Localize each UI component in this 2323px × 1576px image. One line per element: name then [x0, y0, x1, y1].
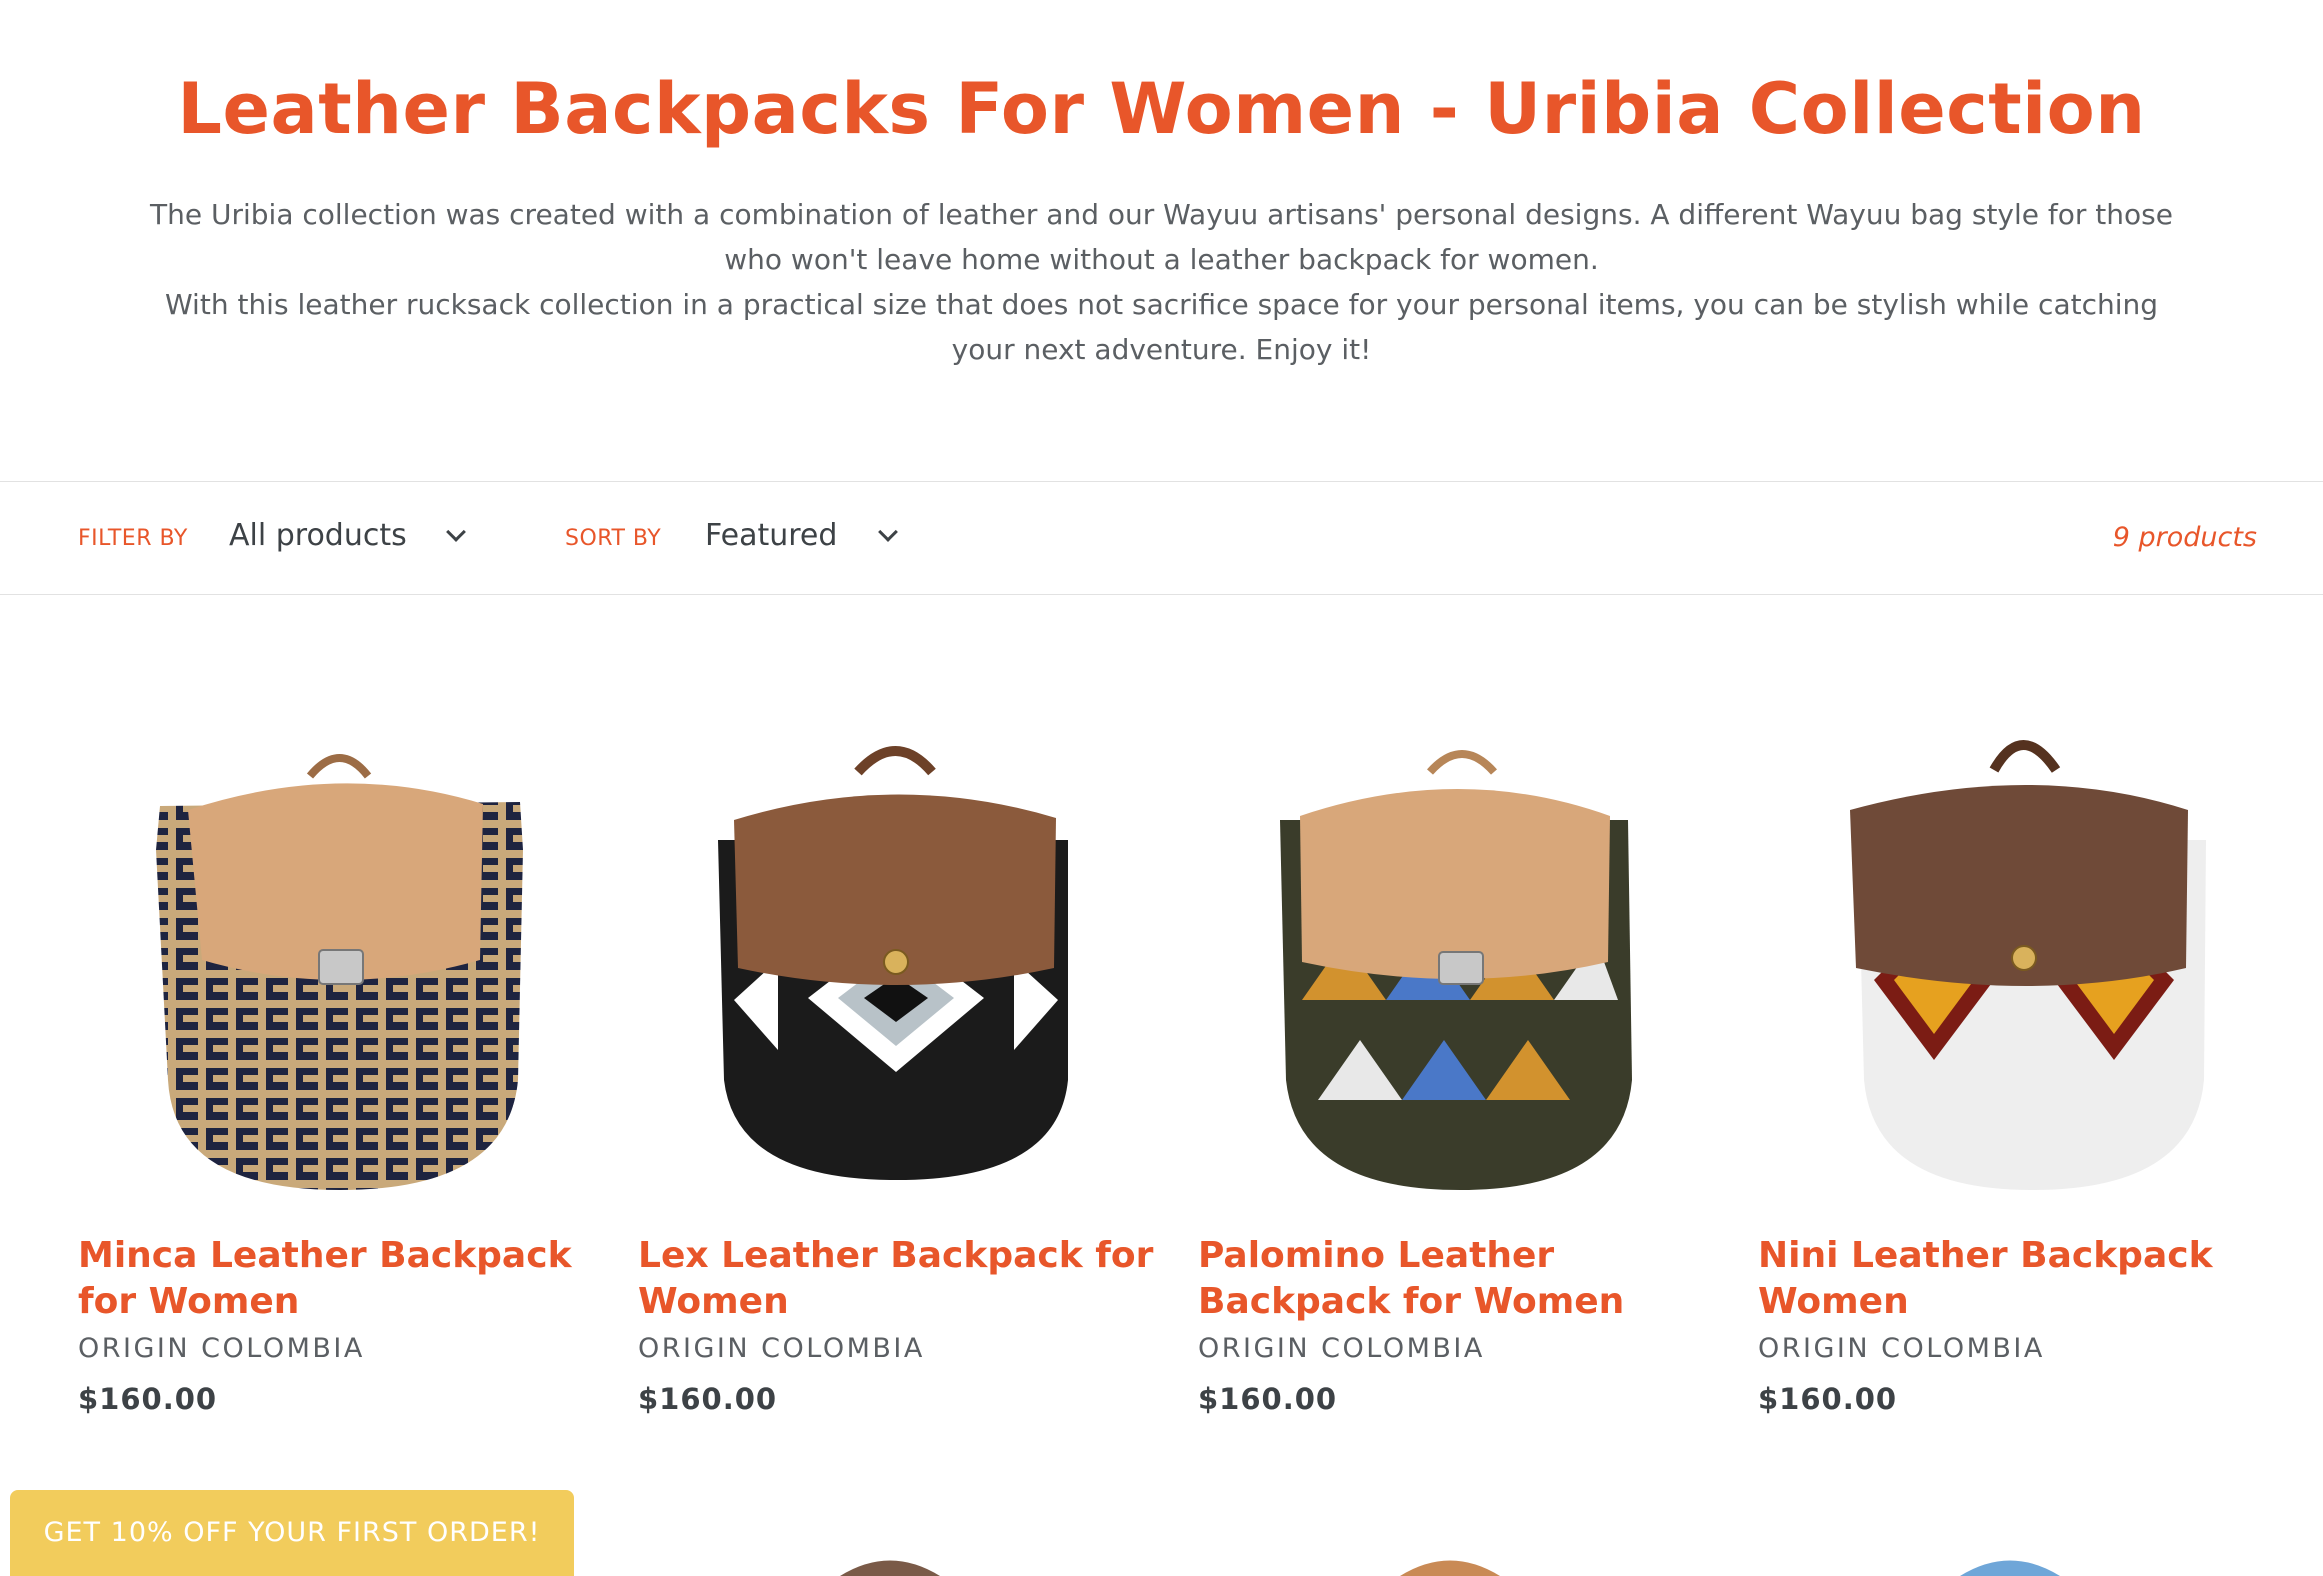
- product-title[interactable]: Lex Leather Backpack for Women: [638, 1233, 1158, 1325]
- promo-discount-tab[interactable]: Get 10% off your first order!: [10, 1490, 574, 1576]
- backpack-image[interactable]: [78, 700, 598, 1200]
- filter-bar: Filter by All products Sort by Featured …: [0, 481, 2323, 595]
- product-price: $160.00: [638, 1382, 778, 1416]
- backpack-image[interactable]: [638, 700, 1158, 1200]
- backpack-image[interactable]: [820, 1535, 960, 1576]
- page-title: Leather Backpacks For Women - Uribia Col…: [177, 68, 2146, 150]
- backpack-image[interactable]: [1380, 1535, 1520, 1576]
- chevron-down-icon: [445, 521, 466, 542]
- product-title[interactable]: Palomino Leather Backpack for Women: [1198, 1233, 1718, 1325]
- filter-by-label: Filter by: [78, 526, 188, 551]
- product-count: 9 products: [2112, 522, 2257, 553]
- filter-select[interactable]: All products: [229, 518, 466, 553]
- description-paragraph: The Uribia collection was created with a…: [150, 198, 2173, 276]
- filter-select-value: All products: [229, 518, 407, 553]
- product-title[interactable]: Minca Leather Backpack for Women: [78, 1233, 598, 1325]
- description-paragraph: With this leather rucksack collection in…: [164, 288, 2159, 366]
- sort-select-value: Featured: [705, 518, 838, 553]
- product-card-minca[interactable]: Minca Leather Backpack for Women Origin …: [78, 700, 598, 1430]
- product-card-nini[interactable]: Nini Leather Backpack Women Origin Colom…: [1758, 700, 2278, 1430]
- backpack-image[interactable]: [1940, 1535, 2080, 1576]
- product-card-lex[interactable]: Lex Leather Backpack for Women Origin Co…: [638, 700, 1158, 1430]
- product-vendor: Origin Colombia: [78, 1333, 365, 1364]
- product-vendor: Origin Colombia: [1758, 1333, 2045, 1364]
- backpack-image[interactable]: [1758, 700, 2278, 1200]
- chevron-down-icon: [878, 521, 899, 542]
- collection-description: The Uribia collection was created with a…: [130, 192, 2193, 372]
- product-vendor: Origin Colombia: [638, 1333, 925, 1364]
- product-title[interactable]: Nini Leather Backpack Women: [1758, 1233, 2278, 1325]
- sort-by-label: Sort by: [565, 526, 662, 551]
- product-price: $160.00: [1198, 1382, 1338, 1416]
- product-price: $160.00: [78, 1382, 218, 1416]
- product-price: $160.00: [1758, 1382, 1898, 1416]
- backpack-image[interactable]: [1198, 700, 1718, 1200]
- product-vendor: Origin Colombia: [1198, 1333, 1485, 1364]
- collection-page: Leather Backpacks For Women - Uribia Col…: [0, 0, 2323, 1576]
- product-card-palomino[interactable]: Palomino Leather Backpack for Women Orig…: [1198, 700, 1718, 1430]
- sort-select[interactable]: Featured: [705, 518, 899, 553]
